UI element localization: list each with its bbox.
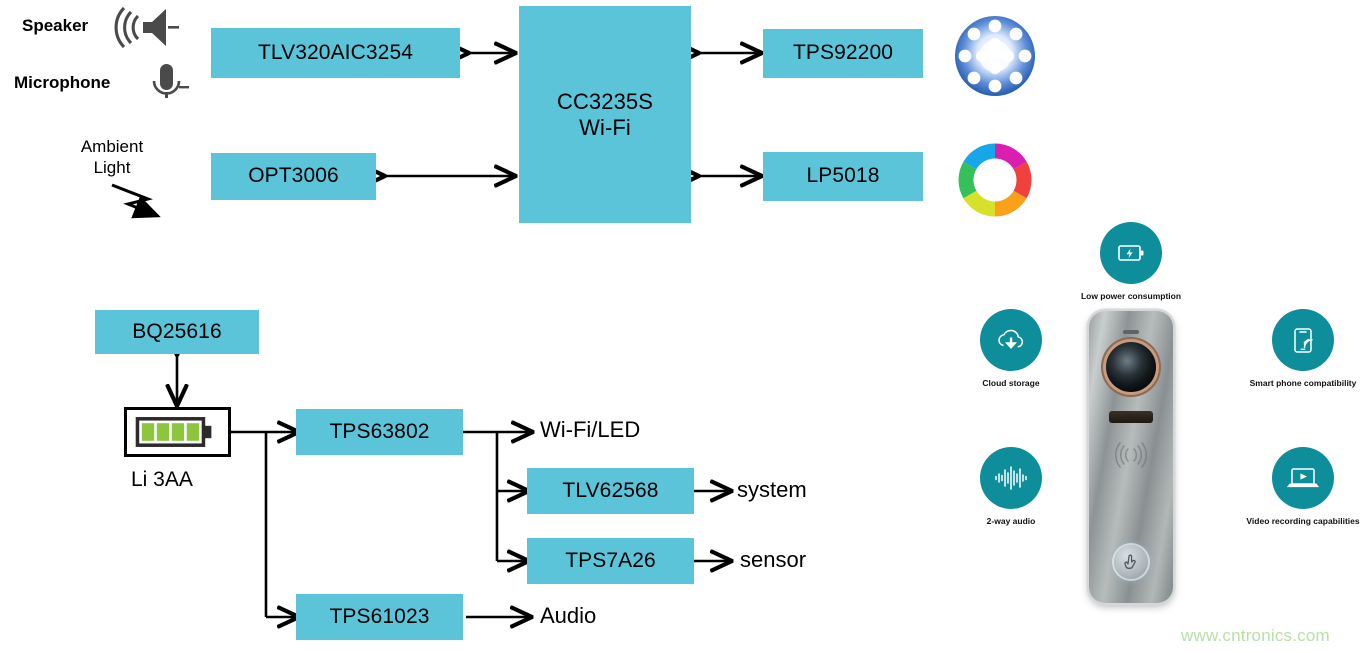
feature-2-way-audio: 2-way audio (963, 447, 1059, 526)
feature-label: Smart phone compatibility (1249, 378, 1357, 388)
feature-smart-phone-compatibility: Smart phone compatibility (1218, 309, 1365, 388)
block-tps63802[interactable]: TPS63802 (296, 409, 463, 455)
feature-low-power-consumption: Low power consumption (1046, 222, 1216, 301)
device-speaker-slit (1123, 330, 1139, 334)
block-bq25616[interactable]: BQ25616 (95, 310, 259, 354)
block-tps92200[interactable]: TPS92200 (763, 29, 923, 78)
cloud-download-icon (980, 309, 1042, 371)
device-ir-window (1109, 411, 1153, 423)
feature-label: 2-way audio (986, 516, 1036, 526)
device-rfid-wave-icon (1108, 441, 1154, 469)
ir-led-ring-icon (955, 16, 1035, 96)
block-tps7a26[interactable]: TPS7A26 (527, 538, 694, 584)
feature-label: Low power consumption (1080, 291, 1182, 301)
device-call-button[interactable] (1114, 545, 1148, 579)
rail-label-sensor: sensor (740, 547, 807, 572)
microphone-icon (152, 64, 189, 98)
diagram-canvas: Speaker Microphone Ambient Light TLV320A… (0, 0, 1365, 653)
phone-wifi-icon (1272, 309, 1334, 371)
microphone-label: Microphone (14, 73, 111, 92)
feature-cloud-storage: Cloud storage (963, 309, 1059, 388)
battery-icon (124, 407, 231, 457)
battery-bolt-icon (1100, 222, 1162, 284)
device-camera-lens (1106, 342, 1156, 392)
video-doorbell-device (1089, 311, 1173, 603)
rail-label-wifi-led: Wi-Fi/LED (540, 417, 641, 442)
laptop-play-icon (1272, 447, 1334, 509)
feature-video-recording-capabilities: Video recording capabilities (1218, 447, 1365, 526)
rail-label-audio: Audio (540, 603, 597, 628)
feature-label: Video recording capabilities (1246, 516, 1360, 526)
speaker-label: Speaker (22, 16, 89, 35)
rgb-color-wheel-icon (958, 143, 1032, 217)
battery-label: Li 3AA (131, 468, 193, 491)
block-opt3006[interactable]: OPT3006 (211, 153, 376, 200)
block-tps61023[interactable]: TPS61023 (296, 594, 463, 640)
block-lp5018[interactable]: LP5018 (763, 152, 923, 201)
feature-label: Cloud storage (982, 378, 1040, 388)
block-tlv320aic3254[interactable]: TLV320AIC3254 (211, 28, 460, 78)
watermark-text: www.cntronics.com (1181, 626, 1330, 645)
block-cc3235s-wifi[interactable]: CC3235S Wi-Fi (519, 6, 691, 223)
rail-label-system: system (737, 477, 807, 502)
block-tlv62568[interactable]: TLV62568 (527, 468, 694, 514)
audio-waveform-icon (980, 447, 1042, 509)
speaker-icon (114, 6, 179, 49)
light-ray-icon (111, 183, 161, 219)
ambient-light-label: Ambient Light (80, 137, 144, 178)
